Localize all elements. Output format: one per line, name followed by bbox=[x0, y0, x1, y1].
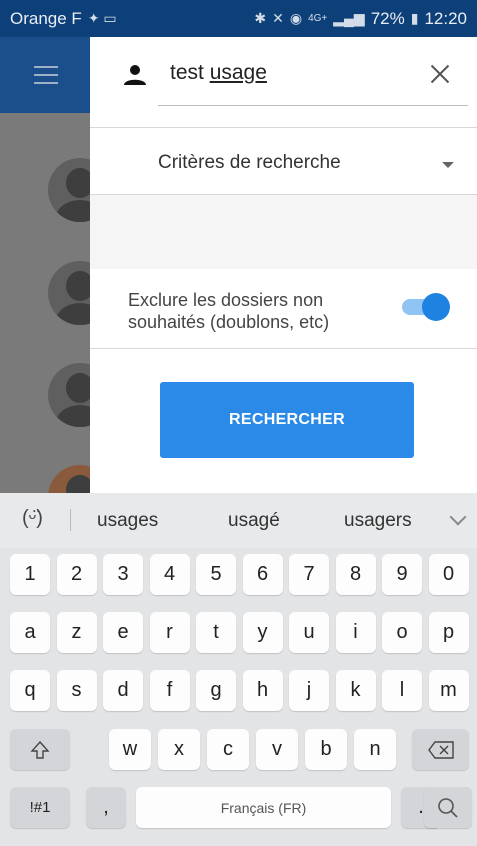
close-icon[interactable] bbox=[430, 64, 450, 84]
space-key[interactable]: Français (FR) bbox=[136, 787, 391, 828]
emoji-icon[interactable]: (ᵕ̈) bbox=[22, 507, 43, 530]
notification-icons: ✦ ▭ bbox=[87, 10, 117, 26]
key-2[interactable]: 2 bbox=[56, 554, 97, 595]
search-key[interactable] bbox=[424, 787, 472, 828]
criteria-label: Critères de recherche bbox=[158, 152, 341, 173]
key-d[interactable]: d bbox=[103, 670, 143, 711]
search-text: test bbox=[170, 61, 204, 84]
key-p[interactable]: p bbox=[428, 612, 469, 653]
key-a[interactable]: a bbox=[10, 612, 50, 653]
key-n[interactable]: n bbox=[354, 729, 396, 770]
key-8[interactable]: 8 bbox=[335, 554, 376, 595]
exclude-toggle[interactable] bbox=[402, 293, 450, 321]
key-m[interactable]: m bbox=[428, 670, 469, 711]
clock: 12:20 bbox=[424, 8, 467, 28]
exclude-label: Exclure les dossiers non souhaités (doub… bbox=[128, 290, 330, 332]
status-bar: Orange F ✦ ▭ ✱ ✕ ◉ 4G+ ▂▄▆ 72% ▮ 12:20 bbox=[0, 0, 477, 37]
key-c[interactable]: c bbox=[207, 729, 249, 770]
suggestion-item[interactable]: usages bbox=[97, 510, 158, 532]
key-q[interactable]: q bbox=[10, 670, 50, 711]
search-input[interactable]: test usage bbox=[170, 61, 267, 85]
key-k[interactable]: k bbox=[335, 670, 376, 711]
key-r[interactable]: r bbox=[149, 612, 190, 653]
key-i[interactable]: i bbox=[335, 612, 376, 653]
key-s[interactable]: s bbox=[56, 670, 97, 711]
battery-level: 72% bbox=[370, 8, 405, 28]
search-button[interactable]: RECHERCHER bbox=[160, 382, 414, 458]
key-v[interactable]: v bbox=[256, 729, 298, 770]
suggestion-item[interactable]: usagé bbox=[228, 510, 280, 532]
key-l[interactable]: l bbox=[382, 670, 422, 711]
key-1[interactable]: 1 bbox=[10, 554, 50, 595]
key-6[interactable]: 6 bbox=[242, 554, 283, 595]
key-0[interactable]: 0 bbox=[428, 554, 469, 595]
key-j[interactable]: j bbox=[289, 670, 329, 711]
key-t[interactable]: t bbox=[196, 612, 236, 653]
key-z[interactable]: z bbox=[56, 612, 97, 653]
key-5[interactable]: 5 bbox=[196, 554, 236, 595]
comma-key[interactable]: , bbox=[86, 787, 126, 828]
spacer-band bbox=[90, 195, 477, 269]
divider bbox=[90, 127, 477, 128]
chevron-down-icon[interactable] bbox=[449, 508, 467, 526]
key-e[interactable]: e bbox=[103, 612, 143, 653]
key-7[interactable]: 7 bbox=[289, 554, 329, 595]
menu-icon[interactable] bbox=[34, 66, 58, 84]
key-3[interactable]: 3 bbox=[103, 554, 143, 595]
keyboard: (ᵕ̈) usages usagé usagers !#1 , Français… bbox=[0, 493, 477, 846]
carrier-name: Orange F bbox=[10, 8, 82, 28]
key-9[interactable]: 9 bbox=[382, 554, 422, 595]
symbols-key[interactable]: !#1 bbox=[10, 787, 70, 828]
criteria-dropdown[interactable]: Critères de recherche bbox=[90, 129, 477, 194]
bluetooth-icon: ✱ bbox=[254, 10, 267, 26]
person-icon bbox=[124, 65, 146, 85]
search-underline bbox=[158, 105, 468, 106]
toggle-thumb bbox=[422, 293, 450, 321]
suggestion-item[interactable]: usagers bbox=[344, 510, 412, 532]
key-b[interactable]: b bbox=[305, 729, 347, 770]
search-drawer: test usage Critères de recherche Exclure… bbox=[90, 37, 477, 493]
network-type: 4G+ bbox=[308, 13, 328, 24]
signal-icon: ▂▄▆ bbox=[333, 10, 365, 26]
search-icon bbox=[438, 797, 458, 818]
key-y[interactable]: y bbox=[242, 612, 283, 653]
key-h[interactable]: h bbox=[242, 670, 283, 711]
key-w[interactable]: w bbox=[109, 729, 151, 770]
caret-down-icon bbox=[442, 162, 454, 168]
divider bbox=[70, 509, 71, 531]
exclude-duplicates-row: Exclure les dossiers non souhaités (doub… bbox=[90, 269, 477, 349]
shift-icon bbox=[30, 740, 50, 759]
key-f[interactable]: f bbox=[149, 670, 190, 711]
suggestion-bar: (ᵕ̈) usages usagé usagers bbox=[0, 493, 477, 548]
divider bbox=[90, 348, 477, 349]
alarm-icon: ◉ bbox=[289, 10, 303, 26]
backspace-icon bbox=[427, 740, 454, 759]
key-u[interactable]: u bbox=[289, 612, 329, 653]
battery-icon: ▮ bbox=[410, 10, 419, 26]
key-o[interactable]: o bbox=[382, 612, 422, 653]
search-text-composing: usage bbox=[209, 61, 267, 84]
shift-key[interactable] bbox=[10, 729, 70, 770]
key-4[interactable]: 4 bbox=[149, 554, 190, 595]
backspace-key[interactable] bbox=[412, 729, 469, 770]
key-x[interactable]: x bbox=[158, 729, 200, 770]
search-field[interactable]: test usage bbox=[90, 37, 477, 113]
mute-icon: ✕ bbox=[272, 10, 284, 26]
key-g[interactable]: g bbox=[196, 670, 236, 711]
